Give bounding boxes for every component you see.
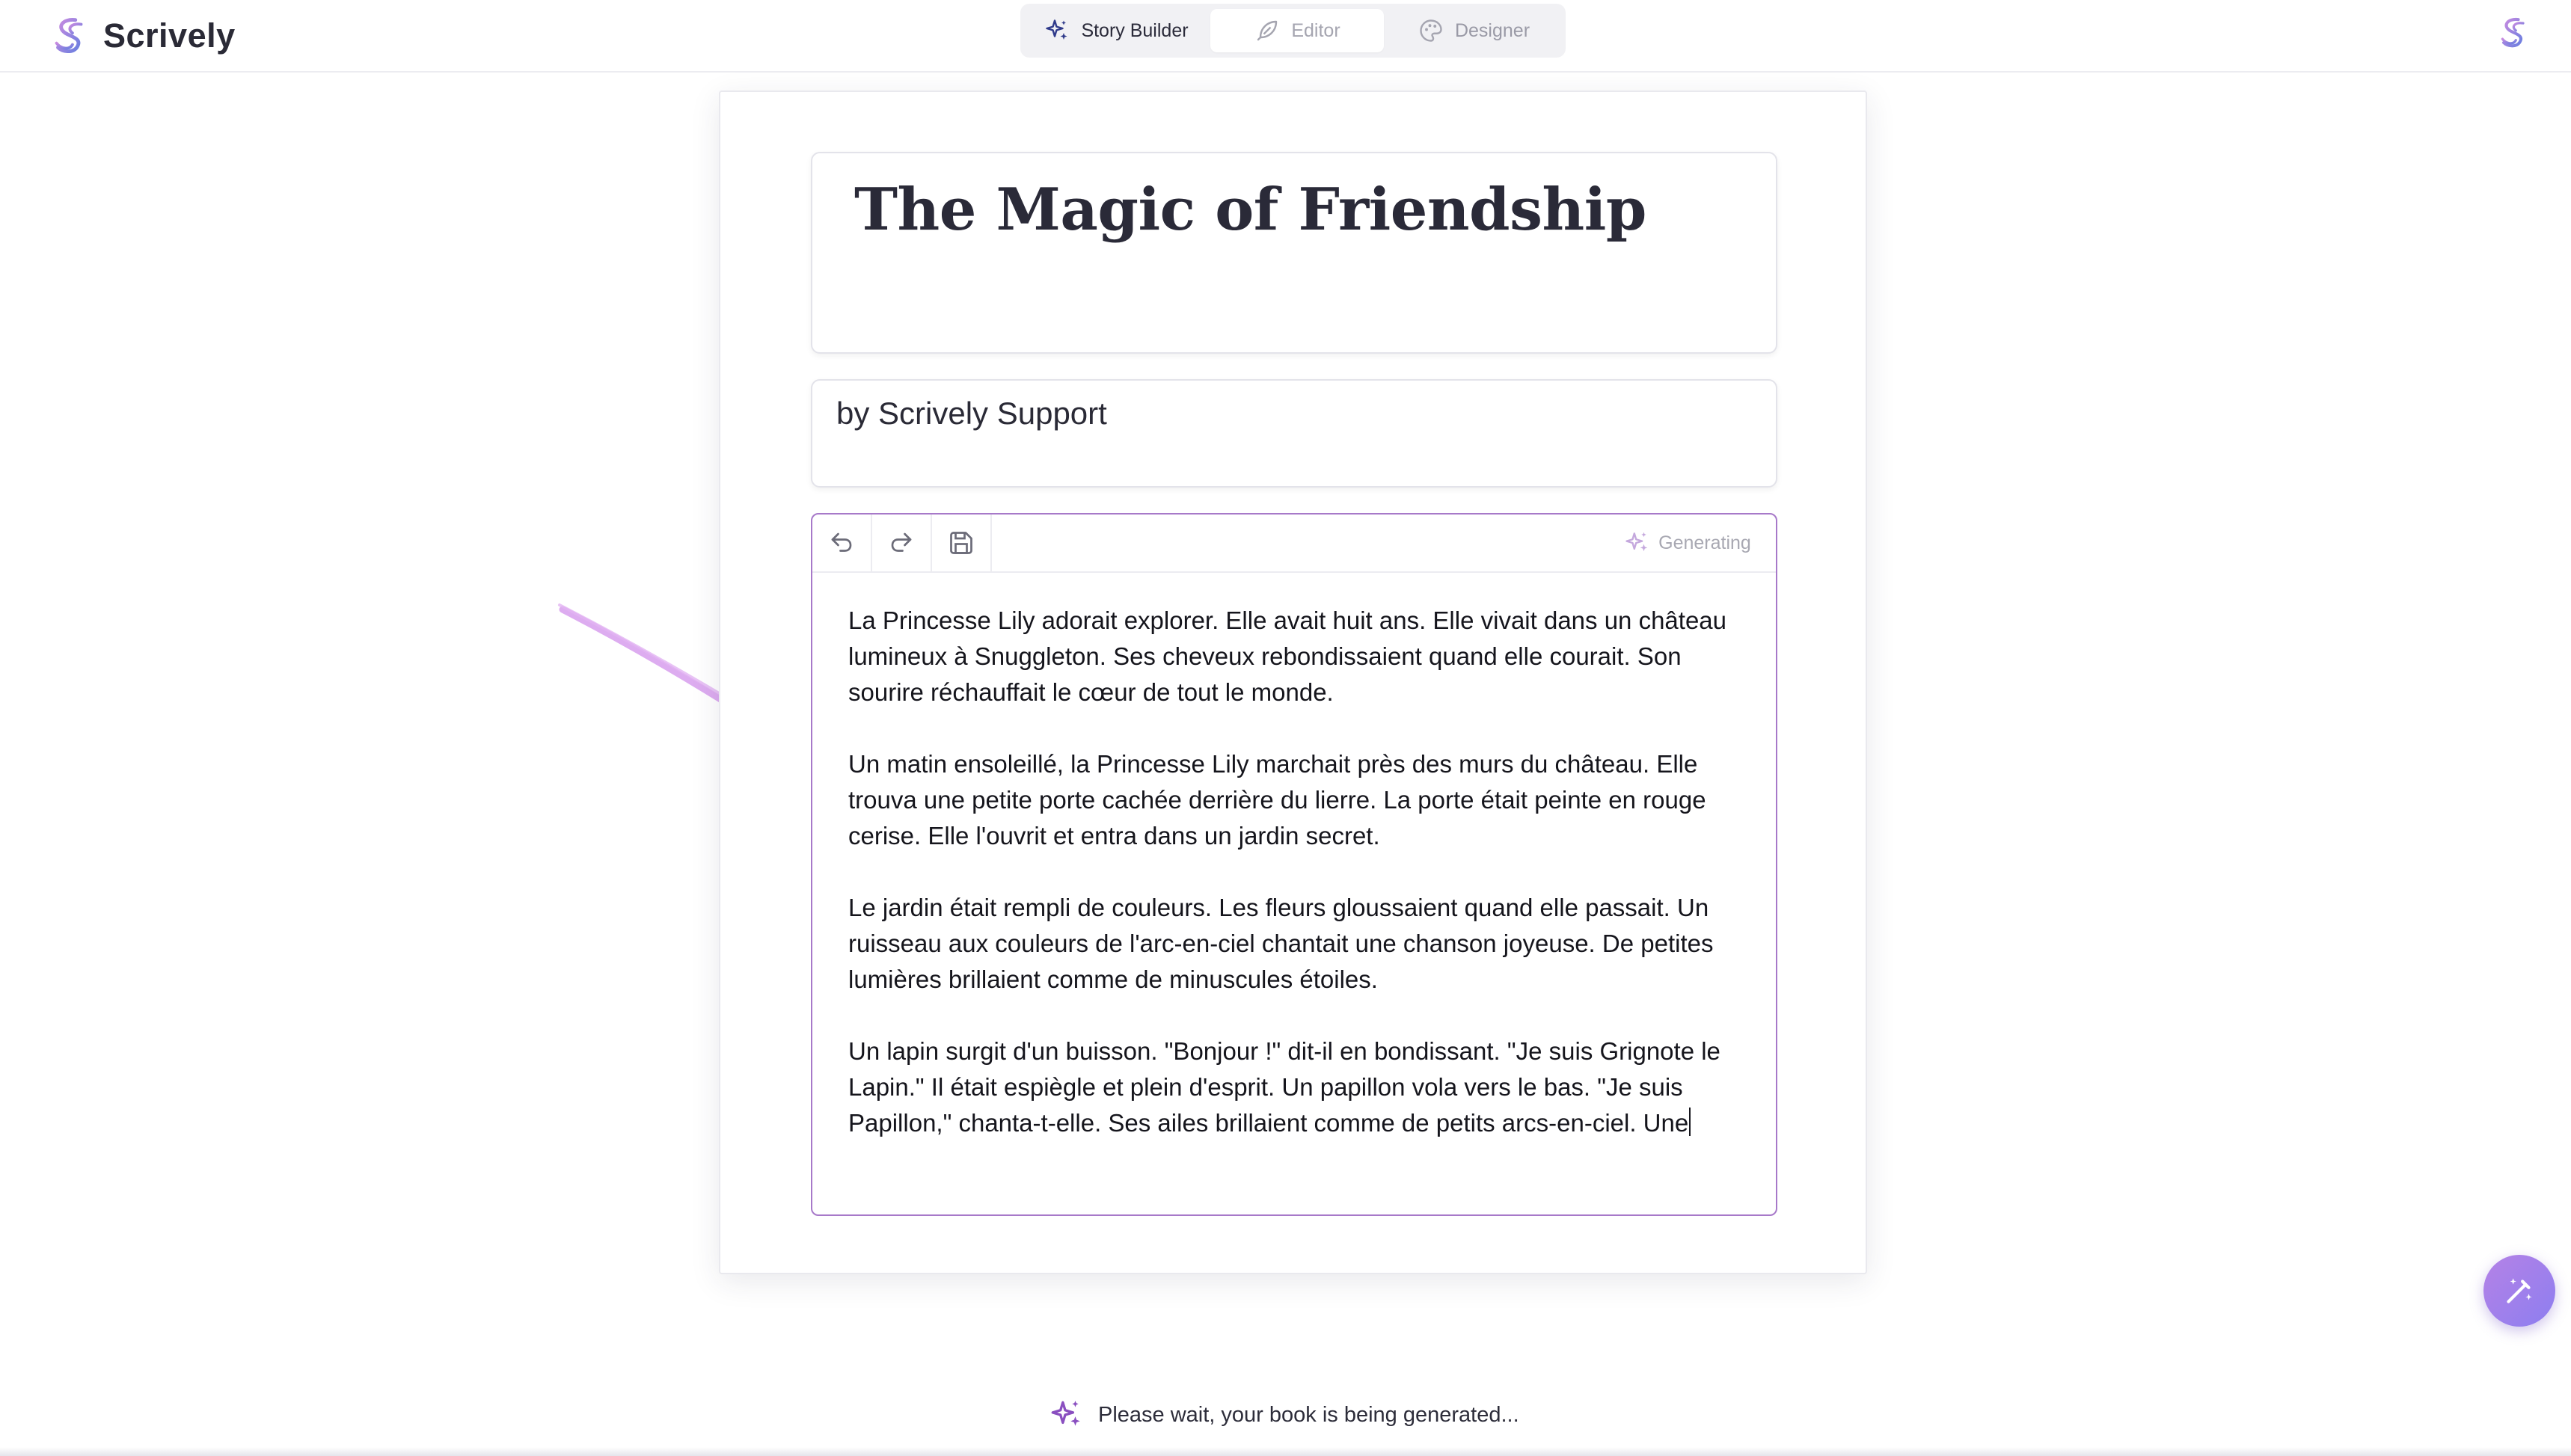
book-title-field[interactable]: The Magic of Friendship	[811, 152, 1777, 354]
bottom-fade	[0, 1447, 2571, 1456]
tab-editor[interactable]: Editor	[1210, 9, 1384, 52]
scrively-logo-icon[interactable]	[2494, 13, 2533, 52]
top-header: Scrively Story Builder Editor Designer	[0, 0, 2571, 73]
palette-icon	[1420, 19, 1442, 42]
generating-button: Generating	[1608, 520, 1765, 565]
app-logo[interactable]: Scrively	[46, 6, 236, 66]
undo-icon	[831, 532, 852, 552]
book-title: The Magic of Friendship	[854, 176, 1646, 244]
magic-wand-icon	[2507, 1278, 2532, 1303]
text-caret	[1689, 1108, 1691, 1136]
generating-label: Generating	[1658, 532, 1751, 553]
redo-button[interactable]	[872, 514, 932, 571]
mode-switch: Story Builder Editor Designer	[1020, 4, 1566, 58]
story-editor[interactable]: Generating La Princesse Lily adorait exp…	[811, 513, 1777, 1216]
story-paragraph: Le jardin était rempli de couleurs. Les …	[848, 894, 1714, 993]
tab-designer-label: Designer	[1454, 19, 1530, 41]
generation-status: Please wait, your book is being generate…	[1047, 1392, 1519, 1437]
sparkles-icon	[1625, 532, 1648, 552]
story-paragraph: La Princesse Lily adorait explorer. Elle…	[848, 606, 1726, 706]
redo-icon	[891, 532, 912, 552]
feather-icon	[1257, 20, 1278, 41]
undo-button[interactable]	[812, 514, 872, 571]
story-paragraph: Un matin ensoleillé, la Princesse Lily m…	[848, 750, 1706, 850]
save-button[interactable]	[932, 514, 992, 571]
book-author-field[interactable]: by Scrively Support	[811, 379, 1777, 488]
scrively-logo-icon	[55, 18, 83, 54]
status-message: Please wait, your book is being generate…	[1098, 1402, 1519, 1427]
story-text[interactable]: La Princesse Lily adorait explorer. Elle…	[848, 603, 1753, 1141]
save-icon	[950, 532, 972, 554]
tab-designer[interactable]: Designer	[1388, 9, 1559, 52]
book-page: The Magic of Friendship by Scrively Supp…	[719, 90, 1867, 1274]
sparkles-icon	[1051, 1401, 1080, 1426]
book-author: by Scrively Support	[836, 396, 1107, 431]
tab-story-builder[interactable]: Story Builder	[1026, 9, 1206, 52]
tab-editor-label: Editor	[1291, 19, 1340, 41]
editor-toolbar: Generating	[812, 514, 1776, 573]
ai-assistant-button[interactable]	[2483, 1255, 2555, 1327]
sparkles-icon	[1046, 19, 1067, 40]
app-name: Scrively	[103, 16, 236, 55]
story-paragraph-text: Un lapin surgit d'un buisson. "Bonjour !…	[848, 1037, 1720, 1137]
tab-story-builder-label: Story Builder	[1081, 19, 1189, 41]
story-paragraph-last: Un lapin surgit d'un buisson. "Bonjour !…	[848, 1033, 1753, 1141]
